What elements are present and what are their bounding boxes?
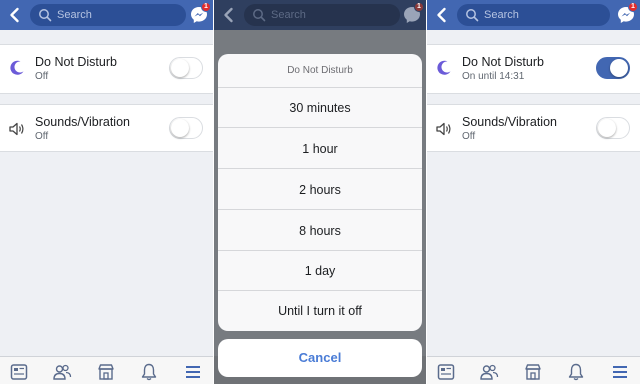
search-placeholder: Search: [57, 9, 92, 21]
moon-icon: [437, 60, 451, 75]
sounds-vibration-row[interactable]: Sounds/Vibration Off: [0, 104, 213, 152]
speaker-icon: [436, 122, 451, 136]
screen-left: Search 1 Do Not Disturb Off Sounds/Vibra…: [0, 0, 213, 384]
search-bar[interactable]: Search: [457, 4, 610, 26]
option-1-day[interactable]: 1 day: [218, 251, 422, 291]
top-navigation-bar: Search 1: [0, 0, 213, 30]
setting-title: Sounds/Vibration: [35, 115, 130, 129]
marketplace-icon[interactable]: [96, 362, 116, 382]
marketplace-icon[interactable]: [523, 362, 543, 382]
do-not-disturb-action-sheet: Do Not Disturb 30 minutes 1 hour 2 hours…: [218, 54, 422, 331]
top-navigation-bar-dimmed: Search 1: [214, 0, 426, 30]
toggle-knob: [597, 118, 616, 137]
menu-icon[interactable]: [610, 362, 630, 382]
option-30-minutes[interactable]: 30 minutes: [218, 88, 422, 128]
messenger-badge: 1: [201, 2, 211, 12]
search-icon: [253, 9, 266, 22]
back-chevron-icon: [224, 7, 233, 23]
search-icon: [466, 9, 479, 22]
setting-title: Sounds/Vibration: [462, 115, 557, 129]
option-2-hours[interactable]: 2 hours: [218, 170, 422, 210]
do-not-disturb-row[interactable]: Do Not Disturb Off: [0, 44, 213, 94]
friends-icon[interactable]: [52, 362, 72, 382]
sounds-vibration-row[interactable]: Sounds/Vibration Off: [427, 104, 640, 152]
option-until-turned-off[interactable]: Until I turn it off: [218, 291, 422, 331]
setting-subtitle: Off: [462, 131, 476, 142]
cancel-button[interactable]: Cancel: [218, 339, 422, 377]
setting-title: Do Not Disturb: [462, 55, 544, 69]
do-not-disturb-toggle[interactable]: [169, 57, 203, 79]
speaker-icon: [9, 122, 24, 136]
search-placeholder: Search: [484, 9, 519, 21]
back-chevron-icon[interactable]: [433, 6, 451, 24]
messenger-badge: 1: [414, 2, 424, 12]
notifications-bell-icon[interactable]: [139, 362, 159, 382]
search-icon: [39, 9, 52, 22]
messenger-badge: 1: [628, 2, 638, 12]
bottom-tab-bar: [427, 356, 640, 384]
screen-middle: Search 1 Do Not Disturb 30 minutes 1 hou…: [214, 0, 426, 384]
setting-subtitle: Off: [35, 71, 49, 82]
toggle-knob: [610, 58, 628, 77]
option-1-hour[interactable]: 1 hour: [218, 129, 422, 169]
screen-right: Search 1 Do Not Disturb On until 14:31 S…: [427, 0, 640, 384]
setting-subtitle: On until 14:31: [462, 71, 525, 82]
friends-icon[interactable]: [479, 362, 499, 382]
news-feed-icon[interactable]: [436, 362, 456, 382]
back-chevron-icon[interactable]: [6, 6, 24, 24]
notifications-bell-icon[interactable]: [566, 362, 586, 382]
action-sheet-title: Do Not Disturb: [218, 54, 422, 88]
moon-icon: [10, 60, 24, 75]
top-navigation-bar: Search 1: [427, 0, 640, 30]
option-8-hours[interactable]: 8 hours: [218, 211, 422, 251]
search-bar: Search: [244, 4, 400, 26]
sounds-vibration-toggle[interactable]: [169, 117, 203, 139]
toggle-knob: [170, 118, 189, 137]
do-not-disturb-toggle[interactable]: [596, 57, 630, 79]
sounds-vibration-toggle[interactable]: [596, 117, 630, 139]
search-bar[interactable]: Search: [30, 4, 186, 26]
setting-subtitle: Off: [35, 131, 49, 142]
menu-icon[interactable]: [183, 362, 203, 382]
news-feed-icon[interactable]: [9, 362, 29, 382]
do-not-disturb-row[interactable]: Do Not Disturb On until 14:31: [427, 44, 640, 94]
search-placeholder: Search: [271, 9, 306, 21]
bottom-tab-bar: [0, 356, 213, 384]
setting-title: Do Not Disturb: [35, 55, 117, 69]
toggle-knob: [170, 58, 189, 77]
